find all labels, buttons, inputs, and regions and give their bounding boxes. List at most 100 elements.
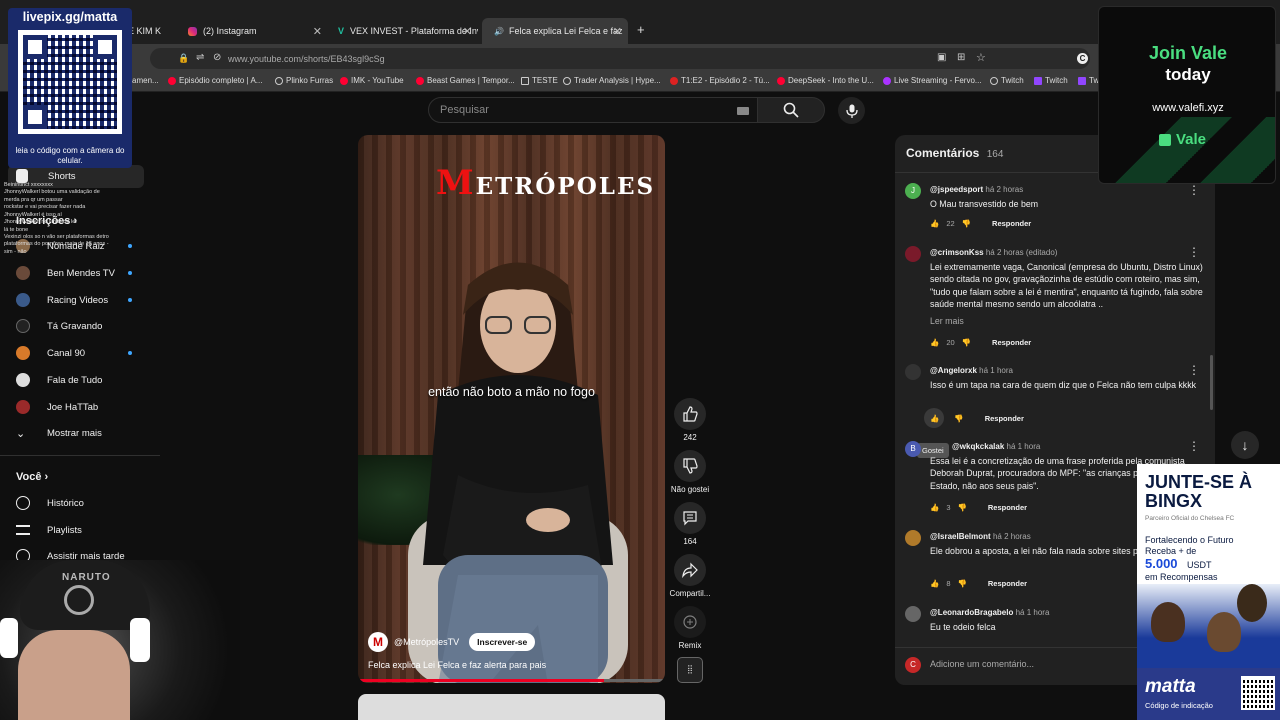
pip-icon[interactable]: ▣: [937, 52, 946, 63]
bookmark-item[interactable]: Trader Analysis | Hype...: [563, 76, 661, 85]
you-heading[interactable]: Você ›: [16, 471, 48, 483]
like-button[interactable]: [674, 398, 706, 430]
close-icon[interactable]: ✕: [463, 25, 472, 38]
short-video-player[interactable]: METRÓPOLES então não boto a mão no fogo …: [358, 135, 665, 683]
thumbs-up-icon[interactable]: 👍: [930, 579, 939, 588]
scrollbar-thumb[interactable]: [1210, 355, 1213, 410]
tune-icon[interactable]: ⇌: [196, 52, 204, 63]
voice-search-button[interactable]: [838, 97, 865, 124]
bookmark-item[interactable]: Twitch: [990, 76, 1024, 85]
read-more-link[interactable]: Ler mais: [930, 316, 1208, 326]
qr-caption: leia o código com a câmera do celular.: [15, 146, 125, 165]
chat-line: lá te bone: [4, 226, 29, 233]
thumbs-down-icon[interactable]: 👎: [962, 338, 971, 347]
reply-button[interactable]: Responder: [988, 503, 1027, 512]
new-tab-button[interactable]: +: [637, 22, 645, 37]
comment-author[interactable]: @IsraelBelmont: [930, 532, 991, 541]
sidebar-label: Histórico: [47, 497, 84, 509]
like-count: 8: [946, 579, 951, 588]
comment-author[interactable]: @LeonardoBragabelo: [930, 608, 1013, 617]
avatar[interactable]: [905, 530, 921, 546]
tab-youtube[interactable]: 🔊 Felca explica Lei Felca e faz ✕: [482, 18, 628, 44]
sidebar-item-history[interactable]: Histórico: [16, 493, 84, 513]
reply-button[interactable]: Responder: [992, 219, 1031, 228]
sidebar-item-joe-hattab[interactable]: Joe HaTTab: [16, 397, 98, 417]
reply-button[interactable]: Responder: [985, 414, 1024, 423]
bookmark-item[interactable]: Live Streaming - Fervo...: [883, 76, 982, 85]
avatar[interactable]: J: [905, 183, 921, 199]
show-more-button[interactable]: ⌄ Mostrar mais: [16, 423, 102, 443]
thumbs-up-icon[interactable]: 👍: [930, 503, 939, 512]
sound-thumbnail[interactable]: ⦙⦙: [677, 657, 703, 683]
url-field[interactable]: www.youtube.com/shorts/EB43sgl9cSg: [150, 48, 1090, 69]
channel-avatar[interactable]: M: [368, 632, 388, 652]
youtube-icon: [777, 76, 785, 85]
thumbs-down-icon[interactable]: 👎: [958, 503, 967, 512]
share-button[interactable]: [674, 554, 706, 586]
avatar[interactable]: [905, 606, 921, 622]
more-options-icon[interactable]: ⋮: [1188, 364, 1200, 376]
comment-header: @crimsonKss há 2 horas (editado): [930, 248, 1208, 257]
comment-author[interactable]: @crimsonKss: [930, 248, 984, 257]
bookmark-star-icon[interactable]: ☆: [976, 51, 986, 64]
subscribe-button[interactable]: Inscrever-se: [469, 633, 536, 651]
comments-button[interactable]: [674, 502, 706, 534]
bingx-amount: 5.000: [1145, 556, 1178, 571]
tab-instagram[interactable]: (2) Instagram ✕: [180, 18, 328, 44]
more-options-icon[interactable]: ⋮: [1188, 440, 1200, 452]
channel-name: Fala de Tudo: [47, 374, 103, 386]
bookmark-item[interactable]: TESTE: [521, 76, 558, 85]
reply-button[interactable]: Responder: [988, 579, 1027, 588]
more-options-icon[interactable]: ⋮: [1188, 246, 1200, 258]
comment-time: há 2 horas (editado): [985, 248, 1058, 257]
lock-icon[interactable]: 🔒: [178, 53, 189, 64]
new-content-dot: [128, 298, 132, 302]
add-comment-input[interactable]: Adicione um comentário...: [930, 659, 1034, 669]
bookmark-item[interactable]: Tw: [1078, 76, 1099, 85]
install-icon[interactable]: ⊞: [957, 52, 965, 63]
comment-time: há 1 hora: [979, 366, 1013, 375]
sidebar-item-canal-90[interactable]: Canal 90: [16, 343, 85, 363]
search-input[interactable]: Pesquisar: [428, 97, 758, 123]
video-title[interactable]: Felca explica Lei Felca e faz alerta par…: [368, 660, 546, 670]
avatar[interactable]: B: [905, 441, 921, 457]
dislike-button[interactable]: [674, 450, 706, 482]
sidebar-item-playlists[interactable]: Playlists: [16, 520, 82, 540]
next-short-preview[interactable]: [358, 694, 665, 720]
thumbs-up-icon[interactable]: 👍: [930, 414, 939, 423]
sidebar-item-ta-gravando[interactable]: Tá Gravando: [16, 316, 102, 336]
bookmark-item[interactable]: Plinko Furras: [275, 76, 333, 85]
remix-button[interactable]: [674, 606, 706, 638]
bookmark-item[interactable]: amen...: [132, 76, 159, 85]
keyboard-icon[interactable]: [737, 107, 749, 115]
comment-author[interactable]: @wkqkckalak: [952, 442, 1004, 451]
bookmark-item[interactable]: T1:E2 - Episódio 2 - Tú...: [670, 76, 770, 85]
close-icon[interactable]: ✕: [613, 25, 622, 38]
thumbs-down-icon[interactable]: 👎: [958, 579, 967, 588]
comment-author[interactable]: @jspeedsport: [930, 185, 983, 194]
reply-button[interactable]: Responder: [992, 338, 1031, 347]
thumbs-down-icon[interactable]: 👎: [954, 414, 963, 423]
next-short-button[interactable]: ↓: [1231, 431, 1259, 459]
avatar[interactable]: [905, 246, 921, 262]
thumbs-up-icon[interactable]: 👍: [930, 219, 939, 228]
comment-author[interactable]: @Angelorxk: [930, 366, 977, 375]
more-options-icon[interactable]: ⋮: [1188, 184, 1200, 196]
thumbs-down-icon[interactable]: 👎: [962, 219, 971, 228]
bookmark-label: T1:E2 - Episódio 2 - Tú...: [681, 76, 770, 85]
bookmark-item[interactable]: IMK - YouTube: [340, 76, 404, 85]
avatar[interactable]: [905, 364, 921, 380]
bookmark-item[interactable]: Episódio completo | A...: [168, 76, 262, 85]
thumbs-up-icon[interactable]: 👍: [930, 338, 939, 347]
bookmark-item[interactable]: Twitch: [1034, 76, 1068, 85]
no-tracking-icon[interactable]: ⊘: [213, 52, 221, 63]
channel-name[interactable]: @MetrópolesTV: [394, 637, 459, 647]
tab-vex[interactable]: V VEX INVEST - Plataforma de Inv ✕: [330, 18, 478, 44]
bookmark-item[interactable]: Beast Games | Tempor...: [416, 76, 515, 85]
search-button[interactable]: [757, 97, 825, 123]
bookmark-item[interactable]: DeepSeek - Into the U...: [777, 76, 874, 85]
extension-icon[interactable]: C: [1077, 53, 1088, 64]
comment-time: há 2 horas: [985, 185, 1024, 194]
close-icon[interactable]: ✕: [313, 25, 322, 38]
sidebar-item-fala-de-tudo[interactable]: Fala de Tudo: [16, 370, 102, 390]
